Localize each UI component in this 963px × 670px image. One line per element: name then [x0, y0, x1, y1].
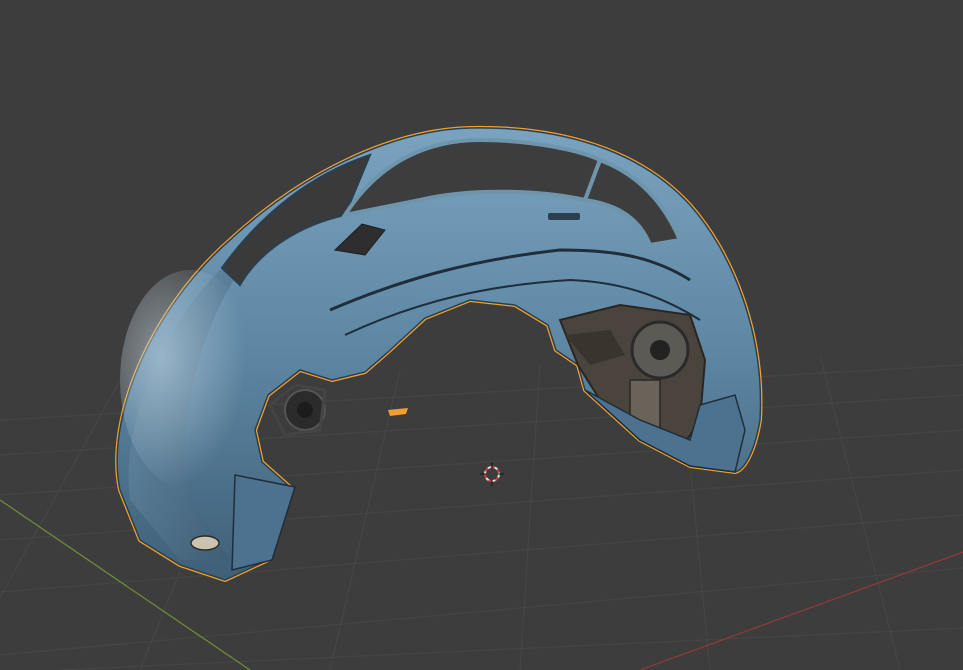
x-axis-line — [639, 551, 963, 670]
3d-cursor-icon[interactable] — [480, 462, 504, 486]
front-wheel-assembly — [268, 383, 327, 437]
selected-car-body[interactable] — [115, 125, 763, 582]
viewport-canvas[interactable] — [0, 0, 963, 670]
3d-viewport[interactable] — [0, 0, 963, 670]
